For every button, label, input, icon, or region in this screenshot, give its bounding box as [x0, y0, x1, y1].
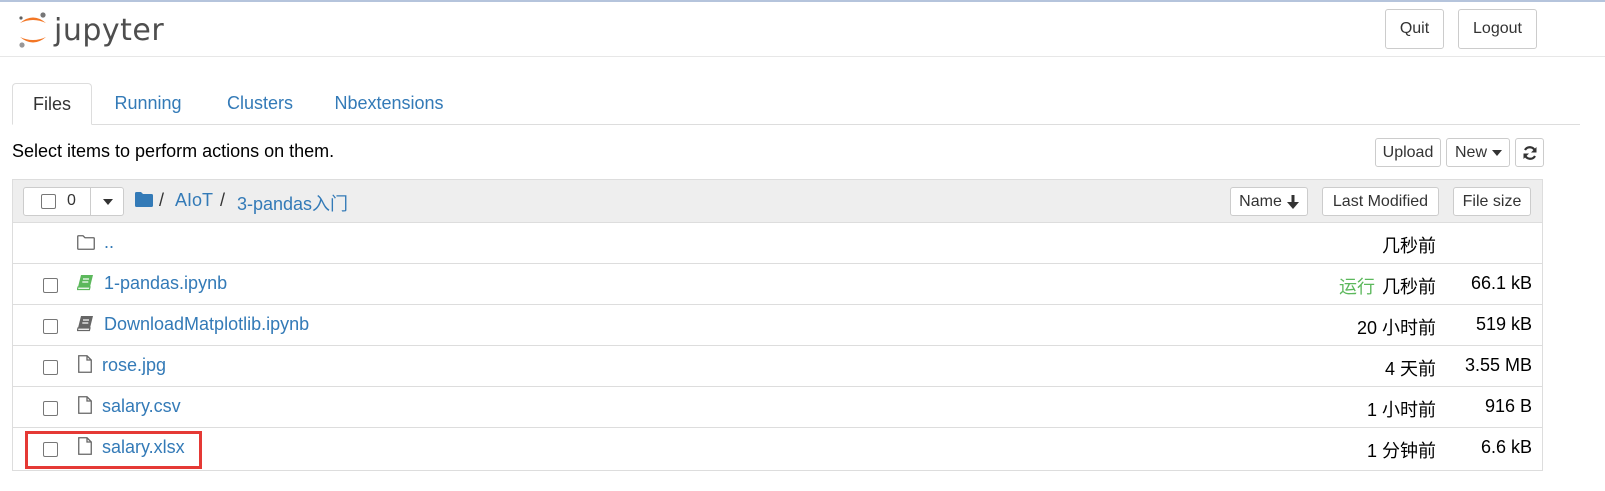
breadcrumb-separator: / [159, 190, 165, 210]
row-checkbox[interactable] [43, 319, 58, 334]
sort-by-name-button[interactable]: Name [1230, 187, 1308, 216]
running-indicator: 运行 [1339, 277, 1375, 297]
file-size: 519 kB [1475, 314, 1532, 334]
select-all-group: 0 [23, 187, 124, 216]
breadcrumb-current-folder[interactable]: 3-pandas入门 [237, 190, 348, 216]
new-dropdown-button[interactable]: New [1446, 138, 1510, 167]
file-name-link[interactable]: rose.jpg [102, 355, 166, 376]
file-list-header: 0 / AIoT / 3-pandas入门 Name Last Modified… [13, 180, 1542, 223]
file-name-link[interactable]: DownloadMatplotlib.ipynb [104, 314, 309, 335]
upload-button[interactable]: Upload [1375, 138, 1441, 167]
file-name-link[interactable]: salary.csv [102, 396, 181, 417]
sort-by-modified-button[interactable]: Last Modified [1322, 187, 1439, 216]
selection-hint: Select items to perform actions on them. [12, 141, 335, 161]
sort-name-label: Name [1239, 192, 1282, 210]
notebook-running-icon [77, 275, 93, 291]
last-modified: 几秒前 [1382, 236, 1436, 256]
file-name-link[interactable]: .. [104, 232, 114, 253]
notebook-icon [77, 316, 93, 332]
tab-bar: Files Running Clusters Nbextensions [12, 83, 1580, 125]
last-modified: 1 分钟前 [1366, 441, 1436, 461]
file-list: 0 / AIoT / 3-pandas入门 Name Last Modified… [12, 179, 1543, 471]
list-item-notebook[interactable]: DownloadMatplotlib.ipynb 20 小时前 519 kB [13, 305, 1542, 346]
breadcrumb-aiot[interactable]: AIoT [175, 190, 213, 211]
tab-clusters[interactable]: Clusters [214, 83, 306, 124]
row-checkbox[interactable] [43, 278, 58, 293]
file-size: 6.6 kB [1480, 437, 1532, 457]
arrow-down-icon [1286, 194, 1299, 209]
list-item-file[interactable]: salary.csv 1 小时前 916 B [13, 387, 1542, 428]
breadcrumb-separator: / [220, 190, 226, 210]
selected-count: 0 [67, 192, 76, 209]
tab-running[interactable]: Running [102, 83, 194, 124]
quit-button[interactable]: Quit [1385, 9, 1444, 49]
list-item-parent-folder[interactable]: .. 几秒前 [13, 223, 1542, 264]
highlight-box [25, 431, 202, 469]
caret-down-icon [1492, 149, 1503, 156]
logout-button[interactable]: Logout [1458, 9, 1537, 49]
jupyter-logo[interactable]: jupyter [16, 8, 164, 52]
row-checkbox[interactable] [43, 401, 58, 416]
new-label: New [1455, 143, 1488, 161]
tab-nbextensions[interactable]: Nbextensions [326, 83, 452, 124]
file-size: 66.1 kB [1470, 273, 1532, 293]
logo-text: jupyter [54, 12, 165, 48]
select-dropdown-toggle[interactable] [91, 187, 125, 216]
sort-by-size-button[interactable]: File size [1453, 187, 1531, 216]
folder-outline-icon [77, 235, 95, 250]
select-all-checkbox[interactable] [41, 194, 56, 209]
tab-files[interactable]: Files [12, 83, 92, 125]
refresh-icon [1523, 145, 1536, 160]
last-modified: 20 小时前 [1356, 318, 1436, 338]
file-icon [78, 355, 92, 373]
last-modified: 1 小时前 [1366, 400, 1436, 420]
last-modified: 4 天前 [1384, 359, 1436, 379]
list-item-notebook[interactable]: 1-pandas.ipynb 运行 几秒前 66.1 kB [13, 264, 1542, 305]
file-icon [78, 396, 92, 414]
last-modified: 几秒前 [1382, 277, 1436, 297]
file-size: 916 B [1484, 396, 1532, 416]
app-header: jupyter Quit Logout [0, 2, 1605, 57]
caret-down-icon [103, 198, 113, 205]
row-checkbox[interactable] [43, 360, 58, 375]
refresh-button[interactable] [1515, 138, 1544, 167]
list-item-file[interactable]: rose.jpg 4 天前 3.55 MB [13, 346, 1542, 387]
folder-icon[interactable] [135, 192, 153, 207]
list-item-file[interactable]: salary.xlsx 1 分钟前 6.6 kB [13, 428, 1542, 469]
jupyter-logo-icon [19, 12, 46, 48]
file-size: 3.55 MB [1464, 355, 1532, 375]
file-name-link[interactable]: 1-pandas.ipynb [104, 273, 227, 294]
